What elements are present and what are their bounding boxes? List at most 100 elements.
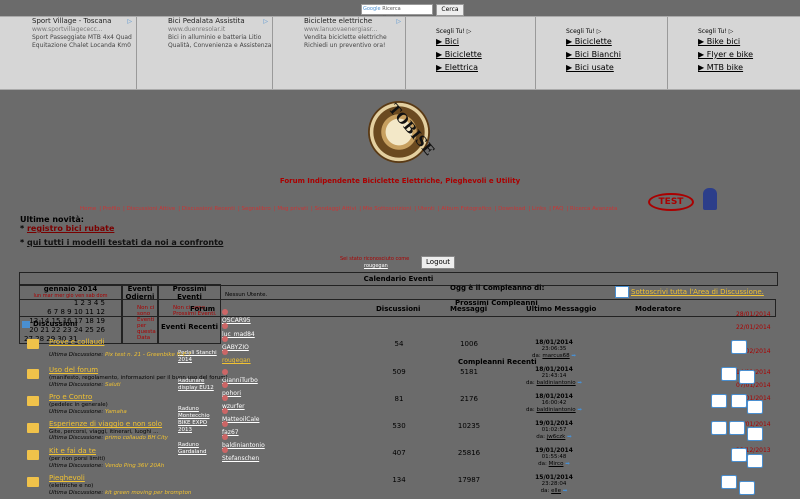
moderator-icon[interactable]: [721, 475, 737, 489]
last-user[interactable]: elle: [551, 488, 561, 494]
nav-download[interactable]: Download: [498, 206, 525, 212]
forum-name[interactable]: Esperienze di viaggio e non solo: [49, 420, 162, 428]
last-user[interactable]: baldiniantonio: [536, 380, 575, 386]
subscribe-icon[interactable]: [615, 286, 629, 298]
last-user[interactable]: baldiniantonio: [536, 407, 575, 413]
go-arrow-icon[interactable]: ➡: [563, 488, 568, 494]
news-link-rubate[interactable]: registro bici rubate: [27, 224, 114, 233]
forum-desc: (manifesto, regolamento, informazioni pe…: [49, 375, 228, 381]
ad-title[interactable]: Bici Pedalata Assistita: [168, 17, 272, 26]
moderator-icon[interactable]: [747, 427, 763, 441]
forum-row: Kit e fai da te (per non porsi limiti) U…: [19, 446, 776, 473]
ad-1[interactable]: ▷ Sport Village - Toscana www.sportvilla…: [30, 17, 137, 89]
nav-links[interactable]: Links: [532, 206, 546, 212]
moderator-icon[interactable]: [731, 340, 747, 354]
forum-name[interactable]: Kit e fai da te: [49, 447, 96, 455]
moderator-icon[interactable]: [711, 394, 727, 408]
nav-home[interactable]: Home: [80, 206, 96, 212]
last-date: 19/01/2014: [535, 447, 573, 454]
nav-sondaggi[interactable]: Sondaggi Attivi: [314, 206, 356, 212]
nav-utenti[interactable]: Utenti: [418, 206, 435, 212]
last-date: 19/01/2014: [535, 420, 573, 427]
ad-url[interactable]: www.lanuovaenergiasr...: [304, 26, 405, 34]
last-disc-link[interactable]: primo collaudo BH City: [105, 435, 168, 441]
forum-name[interactable]: Prove e collaudi: [49, 338, 104, 346]
forum-row: Uso del forum (manifesto, regolamento, i…: [19, 365, 776, 392]
link-item[interactable]: ▶ Biciclette: [566, 35, 667, 48]
forum-name[interactable]: Uso del forum: [49, 366, 98, 374]
ad-2[interactable]: ▷ Bici Pedalata Assistita www.duenresola…: [166, 17, 273, 89]
folder-icon: [27, 369, 39, 379]
nav-profilo[interactable]: Profilo: [103, 206, 120, 212]
google-brand: Google: [363, 6, 381, 12]
nav-discussioni-recenti[interactable]: Discussioni Recenti: [182, 206, 235, 212]
last-user[interactable]: jw6czk: [547, 434, 566, 440]
link-item[interactable]: ▶ Bike bici: [698, 35, 800, 48]
last-disc-link[interactable]: Saluti: [105, 382, 121, 388]
moderator-icon[interactable]: [731, 394, 747, 408]
last-disc-link[interactable]: Pix test n. 21 - Greenbike H-E ?: [105, 352, 191, 358]
search-input[interactable]: Google Ricerca personalizzata: [361, 4, 433, 21]
go-arrow-icon[interactable]: ➡: [567, 434, 572, 440]
go-arrow-icon[interactable]: ➡: [577, 407, 582, 413]
last-disc-link[interactable]: Vendo Ping 36V 20Ah: [105, 463, 164, 469]
col-messaggi: Messaggi: [450, 305, 488, 313]
link-item[interactable]: ▶ Bici usate: [566, 61, 667, 74]
link-item[interactable]: ▶ Bici Bianchi: [566, 48, 667, 61]
moderator-icon[interactable]: [721, 367, 737, 381]
moderator-icon[interactable]: [729, 421, 745, 435]
last-user[interactable]: marcus68: [542, 353, 569, 359]
forum-name[interactable]: Pro e Contro: [49, 393, 92, 401]
search-button[interactable]: Cerca: [436, 4, 464, 16]
moderator-icon[interactable]: [739, 370, 755, 384]
ad-url[interactable]: www.sportvillagececc...: [32, 26, 136, 34]
ad-3[interactable]: ▷ Biciclette elettriche www.lanuovaenerg…: [302, 17, 406, 89]
last-time: 01:55:48: [541, 454, 567, 460]
ad-url[interactable]: www.duenresolar.it: [168, 26, 272, 34]
last-user[interactable]: Mirco: [549, 461, 564, 467]
forum-row: Pieghevoli (elettriche e no) Ultima Disc…: [19, 473, 776, 499]
link-item[interactable]: ▶ Biciclette: [436, 48, 535, 61]
ad-title[interactable]: Sport Village - Toscana: [32, 17, 136, 26]
go-arrow-icon[interactable]: ➡: [577, 380, 582, 386]
test-badge[interactable]: TEST: [648, 193, 694, 211]
ad-title[interactable]: Biciclette elettriche: [304, 17, 405, 26]
posts-count: 10235: [457, 422, 481, 430]
collapse-icon[interactable]: [22, 321, 30, 328]
last-disc-link[interactable]: Yamaha: [105, 409, 127, 415]
moderator-icon[interactable]: [739, 481, 755, 495]
topics-count: 134: [392, 476, 406, 484]
adchoices-icon[interactable]: ▷: [127, 18, 132, 25]
news-link-modelli[interactable]: qui tutti i modelli testati da noi a con…: [27, 238, 223, 247]
nav-msg-privati[interactable]: Msg privati: [277, 206, 307, 212]
moderator-icon[interactable]: [747, 400, 763, 414]
go-arrow-icon[interactable]: ➡: [571, 353, 576, 359]
section-title[interactable]: Discussioni: [33, 320, 77, 328]
link-item[interactable]: ▶ Flyer e bike: [698, 48, 800, 61]
nav-ricerca[interactable]: Ricerca Avanzata: [570, 206, 617, 212]
nav-faq[interactable]: FAQ: [553, 206, 564, 212]
current-user[interactable]: rougegan: [364, 263, 388, 269]
nav-sottoscrizioni[interactable]: Mie Sottoscrizioni: [363, 206, 411, 212]
adchoices-icon[interactable]: ▷: [396, 18, 401, 25]
subscribe-all-link[interactable]: Sottoscrivi tutta l'Area di Discussione.: [631, 288, 764, 296]
moderator-icon[interactable]: [747, 454, 763, 468]
nav-discussioni-attive[interactable]: Discussioni Attive: [127, 206, 176, 212]
moderator-icon[interactable]: [731, 448, 747, 462]
col-discussioni: Discussioni: [376, 305, 421, 313]
logout-button[interactable]: Logout: [421, 256, 455, 269]
go-arrow-icon[interactable]: ➡: [565, 461, 570, 467]
by-label: da:: [536, 434, 545, 440]
link-item[interactable]: ▶ Elettrica: [436, 61, 535, 74]
topics-count: 509: [392, 368, 406, 376]
link-item[interactable]: ▶ Bici: [436, 35, 535, 48]
last-disc-label: Ultima Discussione:: [49, 490, 104, 496]
nav-segnalibro[interactable]: Segnalibro: [242, 206, 271, 212]
last-date: 18/01/2014: [535, 339, 573, 346]
nav-album[interactable]: Album Fotografico: [441, 206, 491, 212]
moderator-icon[interactable]: [711, 421, 727, 435]
last-disc-link[interactable]: kit green moving per brompton: [105, 490, 191, 496]
adchoices-icon[interactable]: ▷: [263, 18, 268, 25]
forum-name[interactable]: Pieghevoli: [49, 474, 85, 482]
link-item[interactable]: ▶ MTB bike: [698, 61, 800, 74]
